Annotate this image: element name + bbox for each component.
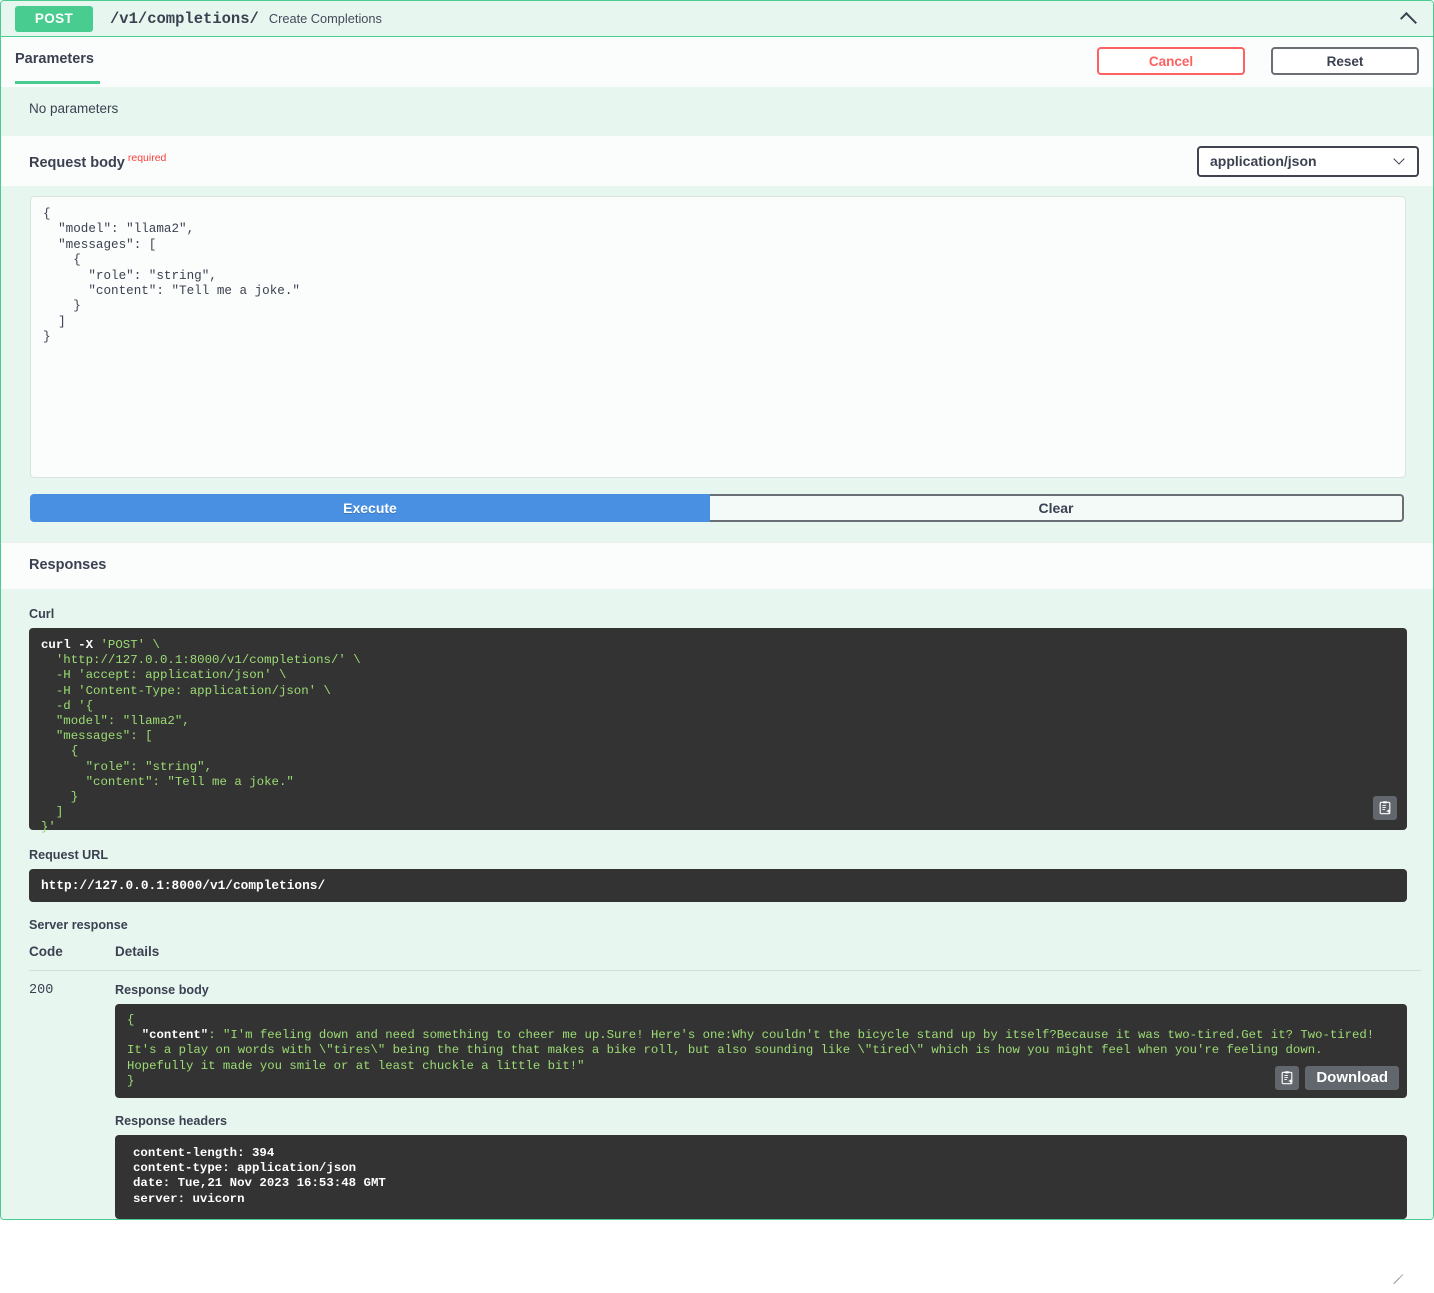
operation-summary-text: Create Completions [268,11,382,26]
parameters-section: Parameters Cancel Reset [1,37,1433,87]
clear-button[interactable]: Clear [710,494,1404,522]
curl-command-body: 'POST' \ 'http://127.0.0.1:8000/v1/compl… [41,638,361,835]
parameters-actions: Cancel Reset [1097,47,1419,75]
request-body-title: Request body required [29,152,166,171]
clipboard-copy-icon [1281,1071,1293,1085]
tab-parameters[interactable]: Parameters [15,51,100,84]
response-details: Response body { "content": "I'm feeling … [115,983,1421,1219]
clipboard-copy-icon [1379,801,1391,815]
cancel-button[interactable]: Cancel [1097,47,1245,75]
execute-button[interactable]: Execute [30,494,710,522]
response-body-block: { "content": "I'm feeling down and need … [115,1004,1407,1099]
content-type-select[interactable]: application/json [1197,145,1419,177]
request-url-title: Request URL [29,848,1419,862]
required-badge: required [127,151,167,164]
table-header-row: Code Details [29,944,1421,971]
server-response-table: Code Details 200 Response body { "conten… [29,944,1421,1219]
curl-title: Curl [29,607,55,621]
request-body-textarea[interactable]: { "model": "llama2", "messages": [ { "ro… [30,196,1406,478]
table-row: 200 Response body { "content": "I'm feel… [29,971,1421,1219]
server-response-title: Server response [29,918,128,932]
download-button[interactable]: Download [1305,1065,1399,1091]
operation-path: /v1/completions/ [110,9,259,28]
copy-curl-button[interactable] [1373,796,1397,820]
operation-block-post-completions: POST /v1/completions/ Create Completions… [0,0,1434,1285]
response-body-key: "content" [141,1028,209,1043]
responses-title: Responses [29,557,107,573]
request-body-label: Request body [29,154,125,171]
chevron-down-icon [1393,153,1405,165]
curl-command-keyword: curl -X [41,638,94,652]
request-url-value: http://127.0.0.1:8000/v1/completions/ [29,869,1407,902]
parameters-tab-row: Parameters Cancel Reset [1,37,1433,87]
response-body-close-brace: } [127,1073,135,1088]
chevron-up-icon [1399,12,1417,29]
response-body-open-brace: { [127,1013,135,1027]
response-body-value: : "I'm feeling down and need something t… [127,1028,1382,1073]
request-body-bar: Request body required application/json [1,136,1433,186]
http-method-badge: POST [15,5,93,32]
execute-row: Execute Clear [1,494,1433,542]
column-header-details: Details [115,944,160,959]
response-body-title: Response body [115,983,209,997]
collapse-operation-button[interactable] [1395,6,1421,32]
content-type-selected-value: application/json [1210,153,1317,169]
responses-header: Responses [1,542,1433,589]
column-header-code: Code [29,944,63,959]
reset-button[interactable]: Reset [1271,47,1419,75]
response-body-actions: Download [1275,1065,1399,1091]
response-headers-title: Response headers [115,1114,227,1129]
copy-response-button[interactable] [1275,1065,1300,1090]
response-code: 200 [29,983,54,998]
curl-command-block: curl -X 'POST' \ 'http://127.0.0.1:8000/… [29,628,1407,834]
no-parameters-text: No parameters [1,87,1433,136]
response-headers-block: content-length: 394 content-type: applic… [115,1135,1407,1219]
operation-summary-bar[interactable]: POST /v1/completions/ Create Completions [1,1,1433,37]
request-body-editor-wrap: { "model": "llama2", "messages": [ { "ro… [1,186,1433,1285]
responses-body: Curl curl -X 'POST' \ 'http://127.0.0.1:… [1,589,1433,1219]
